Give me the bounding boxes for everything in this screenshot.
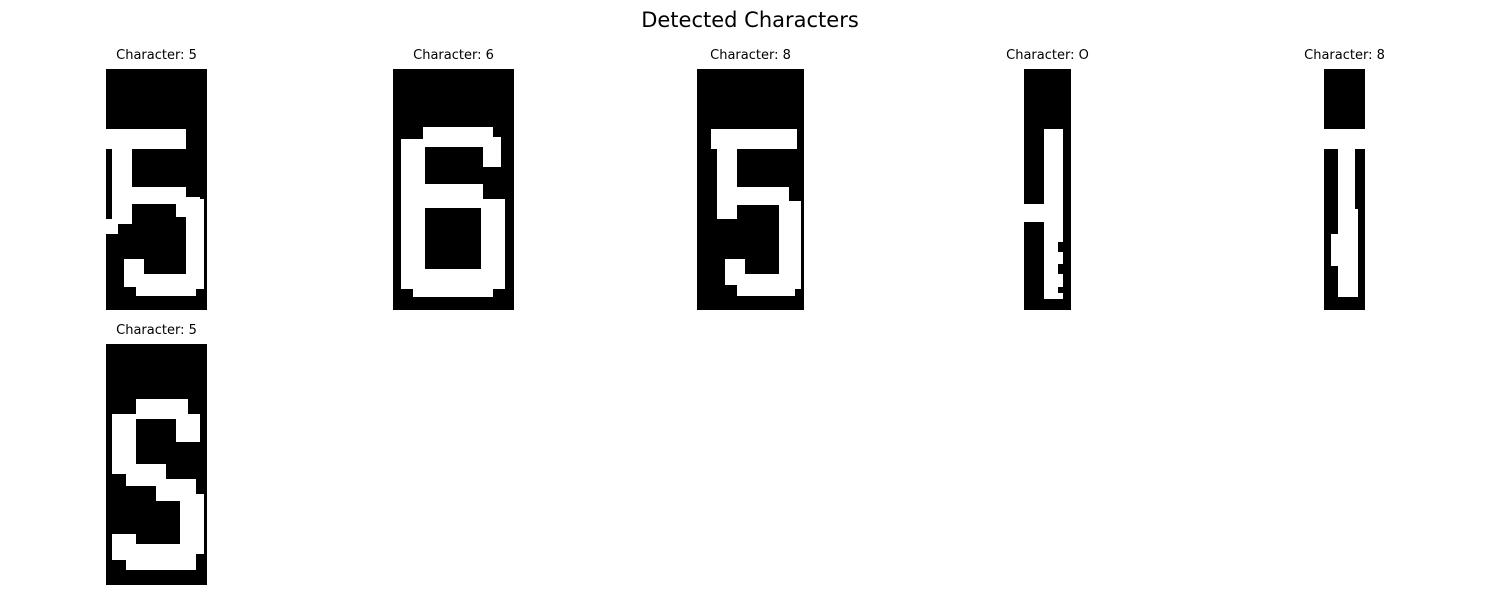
panel-title-2: Character: 6 [413,48,494,63]
character-panel-4: Character: O [1006,48,1089,310]
character-panel-6: Character: 5 [106,323,207,585]
character-panel-3: Character: 8 [697,48,804,310]
character-image-4 [1024,69,1071,310]
panel-title-6: Character: 5 [116,323,197,338]
character-image-2 [393,69,514,310]
character-panel-5: Character: 8 [1304,48,1385,310]
panel-title-3: Character: 8 [710,48,791,63]
character-image-6 [106,344,207,585]
figure-title: Detected Characters [641,8,859,32]
panel-title-5: Character: 8 [1304,48,1385,63]
character-panel-1: Character: 5 [106,48,207,310]
character-image-5 [1324,69,1365,310]
character-panel-2: Character: 6 [393,48,514,310]
panel-title-1: Character: 5 [116,48,197,63]
character-image-1 [106,69,207,310]
panel-title-4: Character: O [1006,48,1089,63]
character-image-3 [697,69,804,310]
